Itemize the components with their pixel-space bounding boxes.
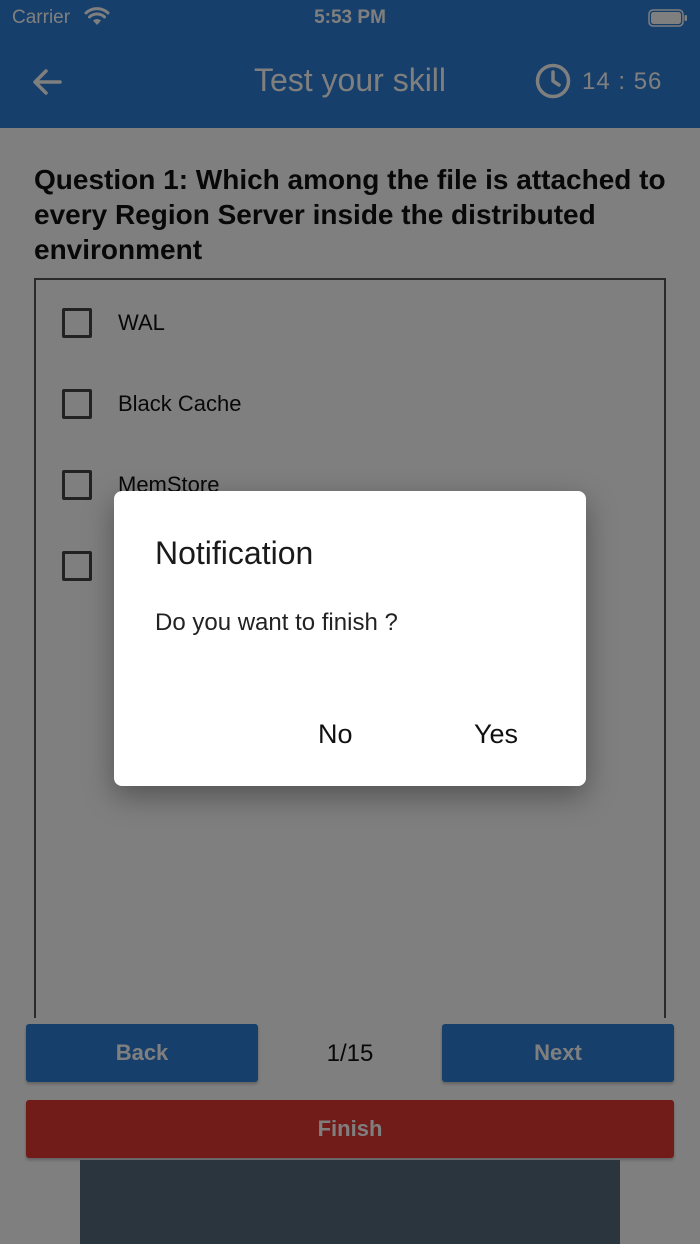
notification-dialog: Notification Do you want to finish ? No …	[114, 491, 586, 786]
dialog-message: Do you want to finish ?	[155, 609, 398, 636]
yes-button[interactable]: Yes	[464, 715, 528, 754]
dialog-title: Notification	[155, 535, 314, 571]
no-button[interactable]: No	[308, 715, 363, 754]
